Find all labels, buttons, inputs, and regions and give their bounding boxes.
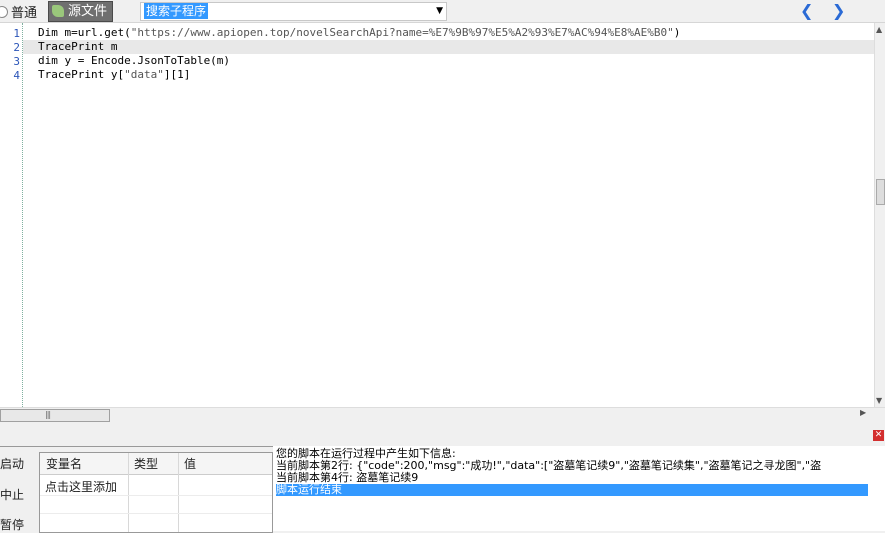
- column-header-name: 变量名: [46, 457, 83, 471]
- column-divider: [178, 453, 179, 532]
- code-line-current[interactable]: TracePrint m: [23, 40, 875, 54]
- horizontal-scrollbar[interactable]: ||| ▶: [0, 407, 885, 422]
- vertical-scroll-thumb[interactable]: [876, 179, 885, 205]
- horizontal-scroll-thumb[interactable]: |||: [0, 409, 110, 422]
- column-divider: [128, 453, 129, 532]
- line-number: 3: [13, 55, 20, 68]
- code-line[interactable]: TracePrint y["data"][1]: [38, 68, 190, 82]
- start-button[interactable]: 启动: [0, 455, 24, 472]
- chevron-down-icon[interactable]: ▼: [436, 3, 443, 19]
- source-file-icon: [52, 5, 64, 17]
- forward-arrow-icon[interactable]: ❯: [832, 0, 845, 22]
- code-string: "https://www.apiopen.top/novelSearchApi?…: [130, 26, 674, 39]
- line-number-gutter: 1 2 3 4: [0, 23, 23, 407]
- vertical-scrollbar[interactable]: ▲ ▼: [874, 23, 885, 407]
- line-number: 2: [13, 41, 20, 54]
- code-text: dim y = Encode.JsonToTable(m): [38, 54, 231, 67]
- scroll-up-icon[interactable]: ▲: [876, 25, 882, 34]
- back-arrow-icon[interactable]: ❮: [800, 0, 813, 22]
- code-editor[interactable]: 1 2 3 4 Dim m=url.get("https://www.apiop…: [0, 23, 875, 407]
- close-icon[interactable]: ✕: [873, 430, 884, 441]
- column-header-value: 值: [184, 457, 197, 471]
- line-number: 1: [13, 27, 20, 40]
- toolbar: 普通 源文件 搜索子程序 ▼ ❮ ❯: [0, 0, 885, 23]
- code-text: TracePrint y[: [38, 68, 125, 81]
- add-variable-row[interactable]: 点击这里添加: [45, 478, 117, 495]
- variable-table-header: 变量名 类型 值: [40, 453, 272, 475]
- column-header-type: 类型: [134, 457, 159, 471]
- tab-normal[interactable]: 普通: [0, 2, 37, 21]
- variable-table: 变量名 类型 值 点击这里添加: [39, 452, 273, 533]
- output-line-selected: 脚本运行结束: [276, 484, 868, 496]
- pause-button[interactable]: 暂停: [0, 516, 24, 533]
- output-panel[interactable]: 您的脚本在运行过程中产生如下信息: 当前脚本第2行: {"code":200,"…: [273, 446, 885, 531]
- code-string: "data": [124, 68, 164, 81]
- tab-source[interactable]: 源文件: [48, 1, 114, 22]
- tab-normal-label: 普通: [11, 6, 38, 21]
- subroutine-dropdown-value: 搜索子程序: [144, 3, 209, 19]
- grip-icon: |||: [45, 410, 51, 419]
- scroll-right-icon[interactable]: ▶: [860, 408, 866, 417]
- code-text: TracePrint m: [38, 40, 118, 53]
- row-divider: [40, 513, 272, 514]
- line-number: 4: [13, 69, 20, 82]
- tab-source-label: 源文件: [68, 4, 108, 19]
- scroll-down-icon[interactable]: ▼: [876, 396, 882, 405]
- code-text: ): [673, 26, 681, 39]
- code-line[interactable]: Dim m=url.get("https://www.apiopen.top/n…: [38, 26, 680, 40]
- row-divider: [40, 495, 272, 496]
- code-text: ][1]: [163, 68, 191, 81]
- panel-splitter[interactable]: ✕: [0, 422, 885, 447]
- stop-button[interactable]: 中止: [0, 486, 24, 503]
- code-line[interactable]: dim y = Encode.JsonToTable(m): [38, 54, 230, 68]
- subroutine-dropdown[interactable]: 搜索子程序 ▼: [140, 2, 447, 21]
- code-text: Dim m=url.get(: [38, 26, 131, 39]
- radio-icon: [0, 6, 8, 18]
